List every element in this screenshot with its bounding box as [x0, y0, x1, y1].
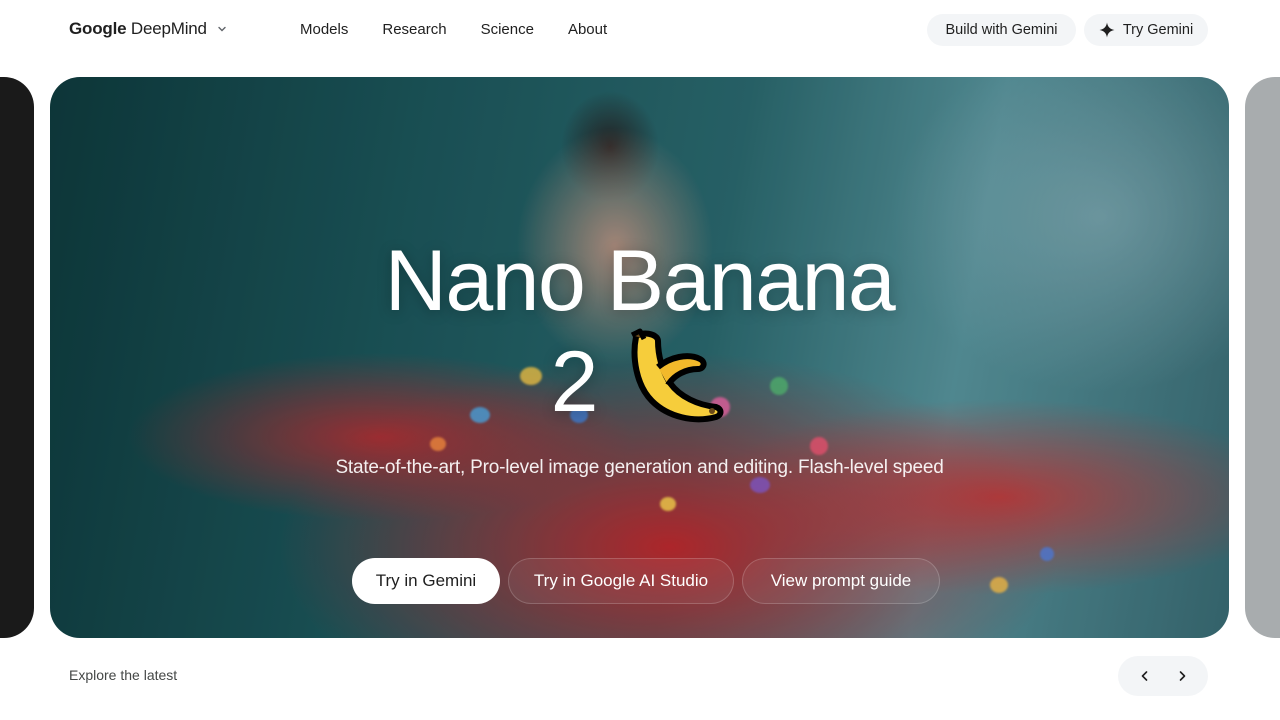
hero-subtitle: State-of-the-art, Pro-level image genera… — [335, 457, 944, 478]
try-in-ai-studio-button[interactable]: Try in Google AI Studio — [508, 558, 734, 604]
hero-card: Nano Banana 2 State-of-the-art, Pro-leve… — [50, 77, 1229, 638]
try-in-gemini-button[interactable]: Try in Gemini — [352, 558, 500, 604]
build-with-gemini-label: Build with Gemini — [945, 22, 1058, 38]
chevron-down-icon[interactable] — [217, 24, 227, 34]
nav-models[interactable]: Models — [300, 21, 348, 38]
hero-decoration — [810, 437, 828, 455]
nav-science[interactable]: Science — [481, 21, 534, 38]
view-prompt-guide-button[interactable]: View prompt guide — [742, 558, 940, 604]
hero-actions: Try in Gemini Try in Google AI Studio Vi… — [50, 558, 1229, 604]
hero-decoration — [750, 477, 770, 493]
carousel-prev-card[interactable] — [0, 77, 34, 638]
site-header: Google DeepMind Models Research Science … — [0, 0, 1280, 62]
nav-research[interactable]: Research — [382, 21, 446, 38]
try-gemini-button[interactable]: Try Gemini — [1084, 14, 1208, 46]
hero-title-number: 2 — [550, 334, 599, 430]
sparkle-icon — [1099, 22, 1115, 38]
hero-title-line2: 2 — [50, 327, 1229, 437]
chevron-left-icon — [1141, 671, 1147, 681]
banana-icon — [631, 328, 724, 423]
hero-decoration — [430, 437, 446, 451]
chevron-right-icon — [1179, 671, 1185, 681]
explore-label: Explore the latest — [69, 667, 178, 683]
nav-about[interactable]: About — [568, 21, 607, 38]
carousel-prev-button[interactable] — [1130, 661, 1160, 691]
carousel-pager — [1118, 656, 1208, 696]
brand-name: Google DeepMind — [69, 19, 207, 38]
carousel-next-card[interactable] — [1245, 77, 1280, 638]
carousel-next-button[interactable] — [1167, 661, 1197, 691]
build-with-gemini-button[interactable]: Build with Gemini — [927, 14, 1076, 46]
main-nav: Models Research Science About — [300, 21, 641, 38]
brand-logo[interactable]: Google DeepMind — [69, 19, 227, 39]
hero-title: Nano Banana — [384, 233, 896, 329]
try-gemini-label: Try Gemini — [1122, 22, 1194, 38]
hero-decoration — [660, 497, 676, 511]
